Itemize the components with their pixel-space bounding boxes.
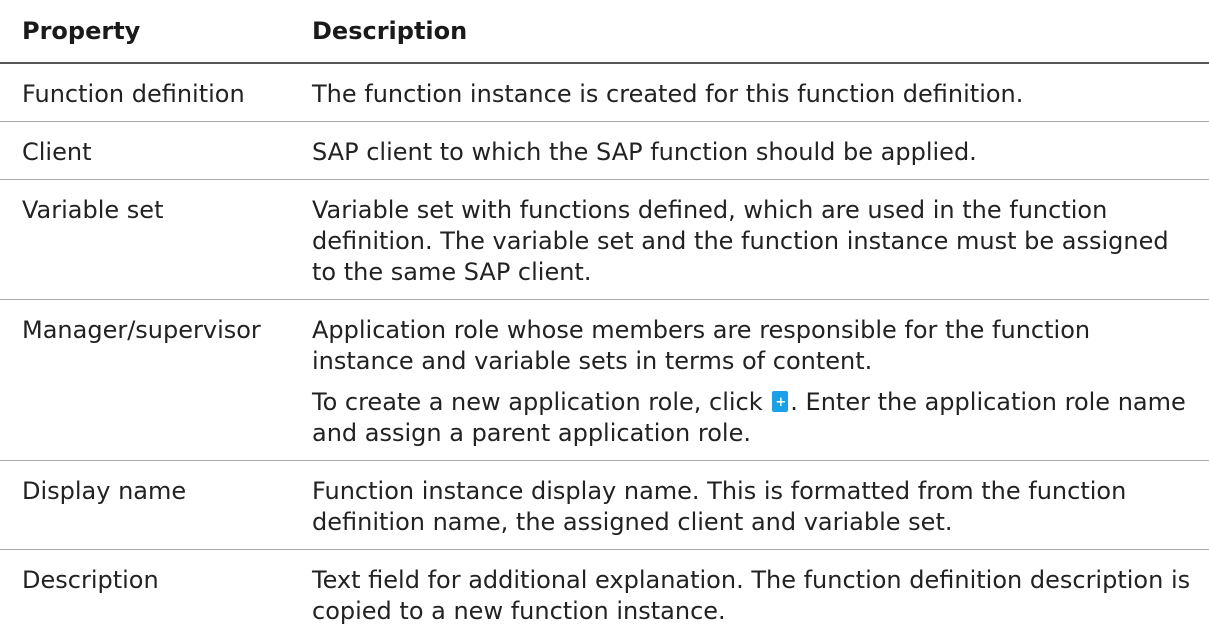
property-cell-client: Client bbox=[0, 122, 290, 180]
table-row: Function definition The function instanc… bbox=[0, 63, 1209, 122]
property-column-header: Property bbox=[0, 0, 290, 63]
description-cell-variable-set: Variable set with functions defined, whi… bbox=[290, 180, 1209, 300]
description-cell-function-definition: The function instance is created for thi… bbox=[290, 63, 1209, 122]
description-cell-description: Text field for additional explanation. T… bbox=[290, 550, 1209, 638]
table-header: Property Description bbox=[0, 0, 1209, 63]
create-role-note: To create a new application role, click … bbox=[312, 387, 1195, 449]
description-cell-client: SAP client to which the SAP function sho… bbox=[290, 122, 1209, 180]
description-column-header: Description bbox=[290, 0, 1209, 63]
table-row: Client SAP client to which the SAP funct… bbox=[0, 122, 1209, 180]
properties-table: Property Description Function definition… bbox=[0, 0, 1209, 638]
table-row: Manager/supervisor Application role whos… bbox=[0, 300, 1209, 461]
property-cell-manager-supervisor: Manager/supervisor bbox=[0, 300, 290, 461]
table-body: Function definition The function instanc… bbox=[0, 63, 1209, 638]
add-application-role-icon[interactable]: + bbox=[772, 391, 788, 412]
header-row: Property Description bbox=[0, 0, 1209, 63]
table-row: Description Text field for additional ex… bbox=[0, 550, 1209, 638]
description-cell-manager-supervisor: Application role whose members are respo… bbox=[290, 300, 1209, 461]
description-cell-display-name: Function instance display name. This is … bbox=[290, 461, 1209, 550]
table-row: Display name Function instance display n… bbox=[0, 461, 1209, 550]
property-cell-description: Description bbox=[0, 550, 290, 638]
property-cell-display-name: Display name bbox=[0, 461, 290, 550]
property-cell-variable-set: Variable set bbox=[0, 180, 290, 300]
table-row: Variable set Variable set with functions… bbox=[0, 180, 1209, 300]
description-paragraph: Application role whose members are respo… bbox=[312, 315, 1195, 377]
property-cell-function-definition: Function definition bbox=[0, 63, 290, 122]
create-role-note-start: To create a new application role, click bbox=[312, 388, 763, 416]
